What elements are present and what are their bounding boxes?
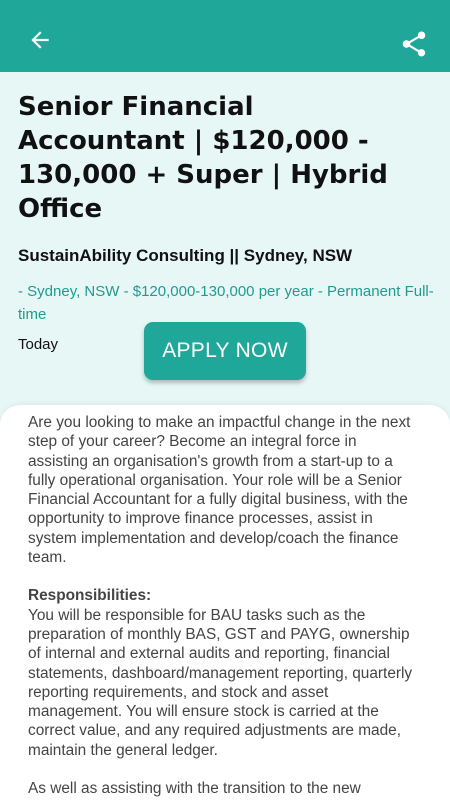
description-card: Are you looking to make an impactful cha… (0, 405, 450, 800)
job-meta: - Sydney, NSW - $120,000-130,000 per yea… (18, 283, 434, 323)
share-icon (402, 31, 426, 57)
back-button[interactable] (22, 22, 58, 58)
responsibilities-section: Responsibilities: You will be responsibl… (28, 586, 420, 760)
share-button[interactable] (396, 26, 432, 62)
company-location: SustainAbility Consulting || Sydney, NSW (18, 246, 353, 265)
responsibilities-text: You will be responsible for BAU tasks su… (28, 606, 413, 759)
job-description: Are you looking to make an impactful cha… (0, 405, 450, 798)
job-header: Senior Financial Accountant | $120,000 -… (18, 90, 450, 353)
responsibilities-heading: Responsibilities: (28, 587, 152, 605)
description-intro: Are you looking to make an impactful cha… (28, 414, 411, 567)
job-title: Senior Financial Accountant | $120,000 -… (18, 92, 388, 224)
apply-now-button[interactable]: APPLY NOW (144, 322, 306, 380)
description-continued: As well as assisting with the transition… (28, 780, 361, 798)
app-bar (0, 0, 450, 72)
arrow-left-icon (31, 31, 49, 49)
